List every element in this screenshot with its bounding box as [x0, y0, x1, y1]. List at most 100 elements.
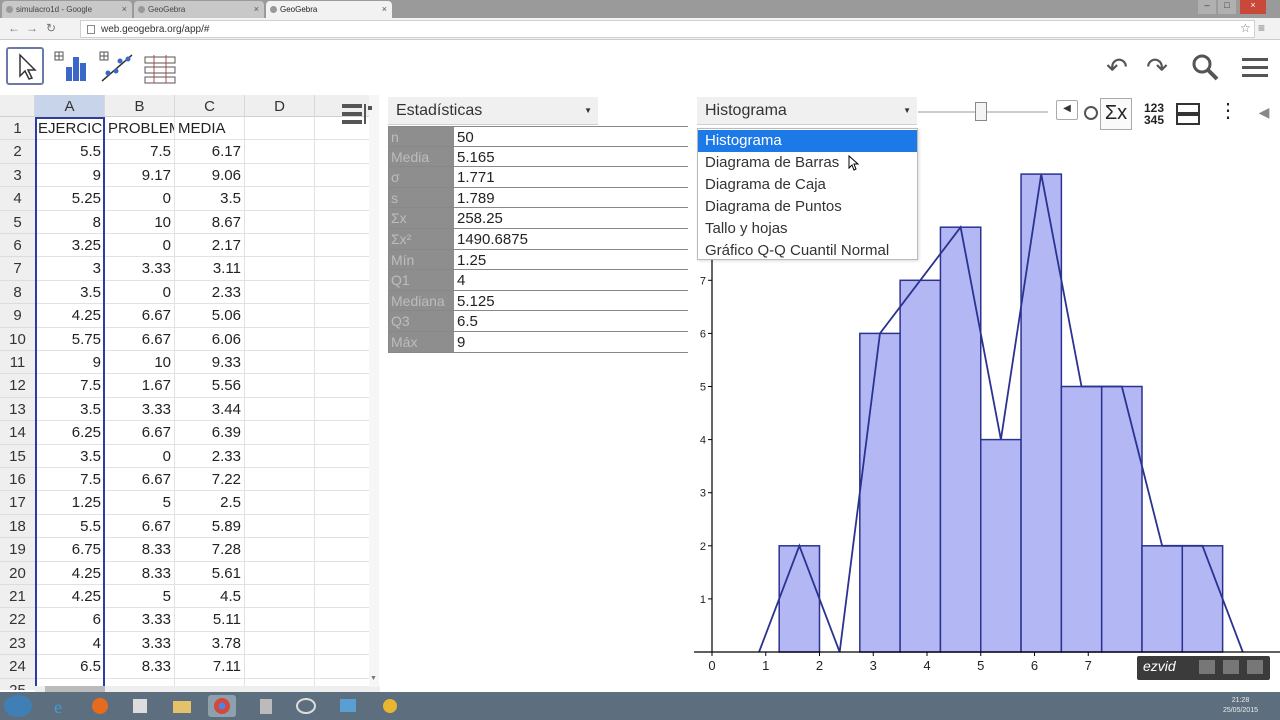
cell-b[interactable]: 3.33 — [105, 608, 175, 632]
cell-b[interactable]: 6.67 — [105, 514, 175, 539]
system-clock[interactable]: 21:28 25/05/2015 — [1223, 696, 1258, 716]
cell-d[interactable] — [245, 631, 315, 656]
cell-a[interactable]: 4.25 — [35, 304, 105, 328]
cell-d[interactable] — [245, 538, 315, 562]
cell-a[interactable]: 3.5 — [35, 444, 105, 468]
row-header[interactable]: 23 — [0, 631, 35, 656]
cell-b[interactable]: 6.67 — [105, 468, 175, 492]
cell-e[interactable] — [315, 585, 375, 609]
menu-item[interactable]: Histograma — [698, 130, 917, 152]
cell-e[interactable] — [315, 257, 375, 281]
cell-c[interactable]: 9.06 — [175, 163, 245, 188]
cell-a[interactable]: 4 — [35, 631, 105, 656]
cell-e[interactable] — [315, 655, 375, 679]
cell-d[interactable] — [245, 257, 315, 281]
cell-c[interactable]: 2.5 — [175, 491, 245, 515]
close-tab-icon[interactable]: × — [382, 4, 387, 14]
cell-c[interactable]: 3.78 — [175, 631, 245, 656]
one-variable-analysis-tool[interactable] — [52, 47, 90, 85]
cell-a[interactable]: 4.25 — [35, 585, 105, 609]
row-header[interactable]: 17 — [0, 491, 35, 515]
cell-d[interactable] — [245, 163, 315, 188]
row-header[interactable]: 11 — [0, 351, 35, 375]
cell-a[interactable]: 3 — [35, 257, 105, 281]
cell-e[interactable] — [315, 234, 375, 258]
row-header[interactable]: 12 — [0, 374, 35, 398]
cell-a[interactable]: 5.5 — [35, 514, 105, 539]
cell-e[interactable] — [315, 397, 375, 422]
cell-e[interactable] — [315, 444, 375, 468]
cell-c[interactable]: 2.33 — [175, 444, 245, 468]
internet-explorer-icon[interactable]: e — [46, 695, 74, 717]
cell-c[interactable]: 4.5 — [175, 585, 245, 609]
cell-b[interactable]: 6.67 — [105, 421, 175, 445]
cell-b[interactable]: 8.33 — [105, 538, 175, 562]
cell-c[interactable]: 5.11 — [175, 608, 245, 632]
row-header[interactable]: 1 — [0, 117, 35, 141]
cell-c[interactable]: 6.17 — [175, 140, 245, 164]
row-header[interactable]: 15 — [0, 444, 35, 468]
collapse-panel-icon[interactable]: ◀ — [1248, 98, 1280, 130]
cell-c[interactable]: 5.56 — [175, 374, 245, 398]
cell-a[interactable]: 7.5 — [35, 374, 105, 398]
cell-b[interactable]: 5 — [105, 491, 175, 515]
cell-c[interactable]: 5.61 — [175, 561, 245, 585]
menu-item[interactable]: Diagrama de Barras — [698, 152, 917, 174]
cell-b[interactable]: 3.33 — [105, 397, 175, 422]
cell-b[interactable]: 7.5 — [105, 140, 175, 164]
column-header-d[interactable]: D — [245, 95, 315, 117]
draw-icon[interactable] — [1247, 660, 1263, 674]
cell-a[interactable]: 6.75 — [35, 538, 105, 562]
scroll-down-arrow[interactable]: ▼ — [370, 675, 377, 682]
menu-item[interactable]: Tallo y hojas — [698, 218, 917, 240]
cell-b[interactable]: 10 — [105, 210, 175, 234]
move-tool-button[interactable] — [6, 47, 44, 85]
cell-c[interactable]: 9.33 — [175, 351, 245, 375]
cell-d[interactable] — [245, 304, 315, 328]
two-variable-regression-tool[interactable] — [98, 47, 136, 85]
cell-d[interactable] — [245, 561, 315, 585]
data-toggle-button[interactable]: 123 345 — [1138, 98, 1170, 130]
cell-e[interactable] — [315, 561, 375, 585]
stop-icon[interactable] — [1223, 660, 1239, 674]
cell-b[interactable]: PROBLEMAS — [105, 117, 175, 141]
cell-a[interactable]: 7.5 — [35, 468, 105, 492]
cell-b[interactable]: 3.33 — [105, 631, 175, 656]
cell-d[interactable] — [245, 655, 315, 679]
cell-e[interactable] — [315, 491, 375, 515]
cell-e[interactable] — [315, 608, 375, 632]
network-app-icon[interactable] — [334, 695, 362, 717]
cell-d[interactable] — [245, 280, 315, 305]
cell-b[interactable]: 6.67 — [105, 304, 175, 328]
cell-b[interactable]: 8.33 — [105, 655, 175, 679]
cell-e[interactable] — [315, 631, 375, 656]
cell-e[interactable] — [315, 210, 375, 234]
cell-c[interactable]: 7.11 — [175, 655, 245, 679]
cell-e[interactable] — [315, 304, 375, 328]
forward-icon[interactable]: → — [26, 21, 38, 35]
cell-b[interactable]: 10 — [105, 351, 175, 375]
cell-c[interactable]: 2.33 — [175, 280, 245, 305]
cell-c[interactable]: 2.17 — [175, 234, 245, 258]
row-header[interactable]: 25 — [0, 678, 35, 690]
cell-d[interactable] — [245, 327, 315, 351]
chart-type-dropdown[interactable]: Histograma ▼ — [697, 97, 917, 125]
vertical-scrollbar[interactable]: ▼ — [369, 95, 379, 687]
cell-b[interactable]: 0 — [105, 187, 175, 211]
cell-d[interactable] — [245, 585, 315, 609]
cell-a[interactable]: 6.25 — [35, 421, 105, 445]
start-button-icon[interactable] — [4, 695, 32, 717]
cell-d[interactable] — [245, 421, 315, 445]
row-header[interactable]: 16 — [0, 468, 35, 492]
cell-b[interactable]: 0 — [105, 234, 175, 258]
cell-d[interactable] — [245, 187, 315, 211]
cell-c[interactable]: 3.44 — [175, 397, 245, 422]
cell-d[interactable] — [245, 117, 315, 141]
calculator-icon[interactable] — [252, 695, 280, 717]
slider-handle[interactable] — [975, 102, 987, 121]
options-table-icon[interactable] — [340, 100, 372, 132]
row-header[interactable]: 5 — [0, 210, 35, 234]
column-header-c[interactable]: C — [175, 95, 245, 117]
file-explorer-icon[interactable] — [168, 695, 196, 717]
cell-b[interactable]: 6.67 — [105, 327, 175, 351]
